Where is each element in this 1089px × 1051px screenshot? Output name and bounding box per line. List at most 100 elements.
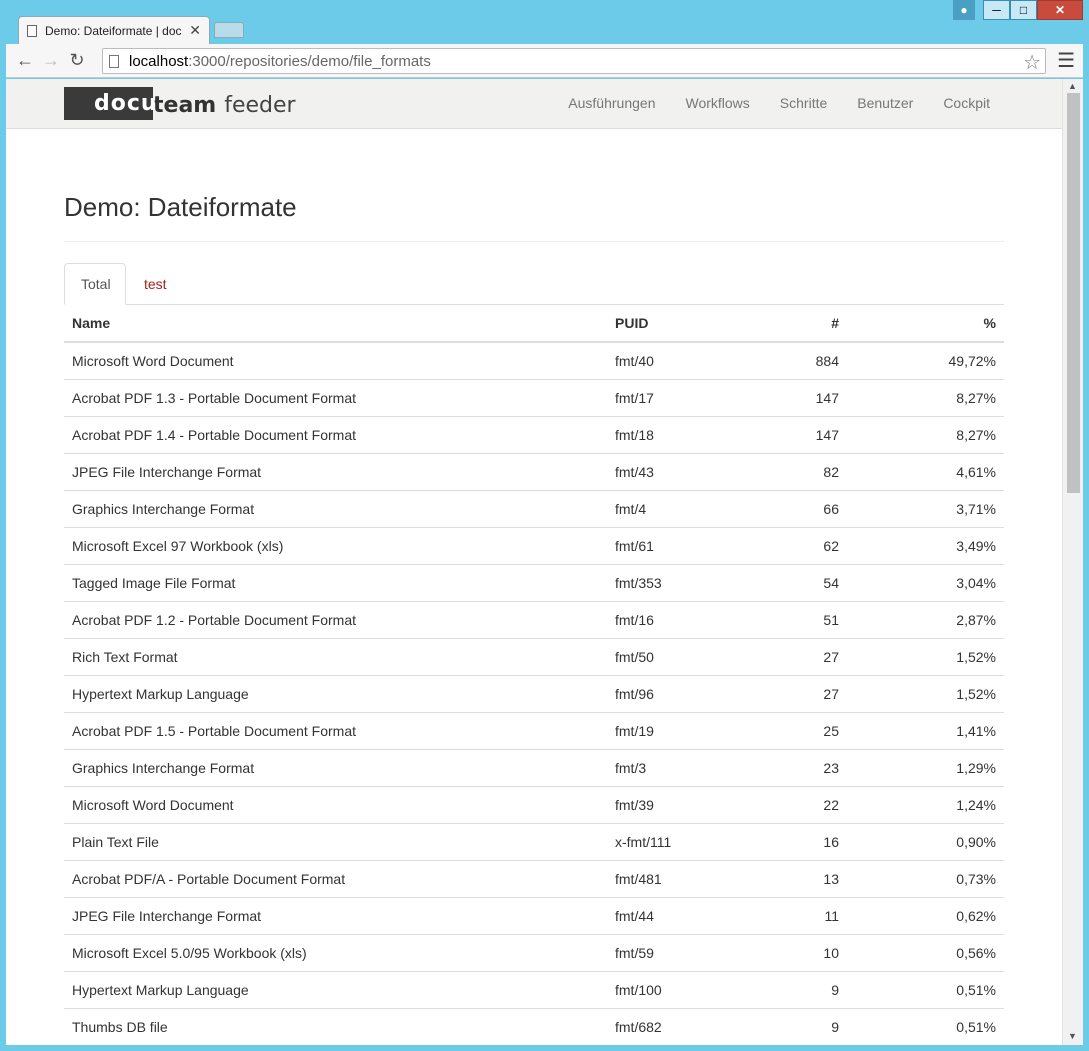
cell-puid: fmt/19 bbox=[607, 711, 707, 749]
file-formats-table: Name PUID # % Microsoft Word Document fmt… bbox=[64, 305, 1004, 1045]
nav-link-workflows[interactable]: Workflows bbox=[685, 95, 749, 111]
tab-test[interactable]: test bbox=[128, 263, 183, 305]
window-controls: ● ─ □ ✕ bbox=[953, 0, 1083, 20]
url-host: localhost bbox=[129, 52, 189, 70]
table-row: Hypertext Markup Language fmt/96 27 1,52% bbox=[64, 674, 1004, 712]
user-icon[interactable]: ● bbox=[953, 0, 975, 20]
bookmark-star-icon[interactable]: ☆ bbox=[1023, 50, 1041, 75]
page-info-icon[interactable] bbox=[109, 54, 119, 68]
table-row: JPEG File Interchange Format fmt/43 82 4,61… bbox=[64, 452, 1004, 490]
nav-link-cockpit[interactable]: Cockpit bbox=[943, 95, 990, 111]
cell-name: Graphics Interchange Format bbox=[64, 748, 607, 786]
cell-count: 62 bbox=[707, 526, 847, 564]
cell-percent: 0,90% bbox=[847, 822, 1004, 860]
cell-name: Acrobat PDF 1.2 - Portable Document Form… bbox=[64, 600, 607, 638]
cell-percent: 1,52% bbox=[847, 674, 1004, 712]
cell-count: 147 bbox=[707, 378, 847, 416]
header-puid: PUID bbox=[607, 305, 707, 343]
cell-percent: 3,71% bbox=[847, 489, 1004, 527]
scroll-down-icon[interactable]: ▼ bbox=[1068, 1031, 1077, 1041]
cell-count: 82 bbox=[707, 452, 847, 490]
cell-name: Thumbs DB file bbox=[64, 1007, 607, 1045]
cell-percent: 49,72% bbox=[847, 341, 1004, 379]
back-arrow-icon[interactable]: ← bbox=[12, 48, 38, 74]
cell-name: Hypertext Markup Language bbox=[64, 970, 607, 1008]
cell-count: 27 bbox=[707, 637, 847, 675]
cell-count: 51 bbox=[707, 600, 847, 638]
docuteam-feeder-logo[interactable]: docu team feeder bbox=[64, 87, 296, 120]
table-row: Acrobat PDF 1.2 - Portable Document Form… bbox=[64, 600, 1004, 638]
page-viewport: docu team feeder Ausführungen Workflows … bbox=[6, 79, 1083, 1045]
scroll-up-icon[interactable]: ▲ bbox=[1068, 81, 1077, 91]
cell-percent: 0,51% bbox=[847, 970, 1004, 1008]
cell-name: Acrobat PDF 1.4 - Portable Document Form… bbox=[64, 415, 607, 453]
tab-total[interactable]: Total bbox=[64, 263, 126, 305]
cell-puid: fmt/4 bbox=[607, 489, 707, 527]
table-row: Microsoft Word Document fmt/39 22 1,24% bbox=[64, 785, 1004, 823]
cell-percent: 0,73% bbox=[847, 859, 1004, 897]
page-title: Demo: Dateiformate bbox=[64, 192, 297, 222]
table-row: Graphics Interchange Format fmt/4 66 3,71% bbox=[64, 489, 1004, 527]
cell-count: 9 bbox=[707, 970, 847, 1008]
cell-count: 22 bbox=[707, 785, 847, 823]
cell-puid: fmt/18 bbox=[607, 415, 707, 453]
cell-name: Microsoft Excel 5.0/95 Workbook (xls) bbox=[64, 933, 607, 971]
table-header-row: Name PUID # % bbox=[64, 305, 1004, 343]
cell-percent: 1,41% bbox=[847, 711, 1004, 749]
cell-puid: fmt/50 bbox=[607, 637, 707, 675]
logo-docu: docu bbox=[94, 91, 158, 116]
table-row: Acrobat PDF 1.5 - Portable Document Form… bbox=[64, 711, 1004, 749]
cell-percent: 2,87% bbox=[847, 600, 1004, 638]
browser-tab-title: Demo: Dateiformate | doc bbox=[45, 23, 182, 38]
forward-arrow-icon[interactable]: → bbox=[38, 48, 64, 74]
cell-name: Hypertext Markup Language bbox=[64, 674, 607, 712]
page-icon bbox=[27, 24, 37, 37]
cell-count: 16 bbox=[707, 822, 847, 860]
table-row: Acrobat PDF/A - Portable Document Format… bbox=[64, 859, 1004, 897]
nav-link-schritte[interactable]: Schritte bbox=[780, 95, 827, 111]
close-window-button[interactable]: ✕ bbox=[1037, 0, 1083, 20]
cell-count: 54 bbox=[707, 563, 847, 601]
cell-count: 10 bbox=[707, 933, 847, 971]
cell-percent: 1,29% bbox=[847, 748, 1004, 786]
table-row: Rich Text Format fmt/50 27 1,52% bbox=[64, 637, 1004, 675]
cell-puid: fmt/44 bbox=[607, 896, 707, 934]
nav-links: Ausführungen Workflows Schritte Benutzer… bbox=[538, 95, 990, 111]
cell-name: JPEG File Interchange Format bbox=[64, 896, 607, 934]
cell-count: 27 bbox=[707, 674, 847, 712]
title-divider bbox=[64, 241, 1004, 242]
cell-count: 884 bbox=[707, 341, 847, 379]
url-text[interactable]: localhost:3000/repositories/demo/file_fo… bbox=[129, 53, 431, 70]
table-row: Microsoft Excel 97 Workbook (xls) fmt/61 6… bbox=[64, 526, 1004, 564]
cell-puid: fmt/3 bbox=[607, 748, 707, 786]
nav-link-benutzer[interactable]: Benutzer bbox=[857, 95, 913, 111]
cell-percent: 3,49% bbox=[847, 526, 1004, 564]
table-row: Acrobat PDF 1.4 - Portable Document Form… bbox=[64, 415, 1004, 453]
cell-percent: 8,27% bbox=[847, 378, 1004, 416]
address-bar[interactable]: localhost:3000/repositories/demo/file_fo… bbox=[102, 48, 1046, 74]
scrollbar-thumb[interactable] bbox=[1067, 93, 1080, 493]
close-tab-icon[interactable]: ✕ bbox=[189, 22, 201, 39]
browser-tab[interactable]: Demo: Dateiformate | doc ✕ bbox=[18, 16, 210, 44]
table-row: Acrobat PDF 1.3 - Portable Document Form… bbox=[64, 378, 1004, 416]
cell-count: 23 bbox=[707, 748, 847, 786]
minimize-button[interactable]: ─ bbox=[983, 0, 1010, 20]
new-tab-button[interactable] bbox=[214, 22, 244, 38]
cell-puid: fmt/682 bbox=[607, 1007, 707, 1045]
maximize-button[interactable]: □ bbox=[1010, 0, 1037, 20]
cell-puid: fmt/100 bbox=[607, 970, 707, 1008]
cell-percent: 1,52% bbox=[847, 637, 1004, 675]
cell-name: Acrobat PDF/A - Portable Document Format bbox=[64, 859, 607, 897]
site-navbar: docu team feeder Ausführungen Workflows … bbox=[6, 79, 1062, 129]
vertical-scrollbar[interactable]: ▲ ▼ bbox=[1062, 79, 1083, 1045]
menu-icon[interactable]: ☰ bbox=[1057, 48, 1075, 73]
cell-name: Microsoft Word Document bbox=[64, 785, 607, 823]
url-path: :3000/repositories/demo/file_formats bbox=[188, 52, 431, 70]
cell-name: Microsoft Word Document bbox=[64, 341, 607, 379]
header-count: # bbox=[707, 305, 847, 343]
table-row: Plain Text File x-fmt/111 16 0,90% bbox=[64, 822, 1004, 860]
nav-link-ausfuehrungen[interactable]: Ausführungen bbox=[568, 95, 655, 111]
cell-percent: 3,04% bbox=[847, 563, 1004, 601]
reload-icon[interactable]: ↻ bbox=[64, 48, 90, 74]
cell-name: Tagged Image File Format bbox=[64, 563, 607, 601]
